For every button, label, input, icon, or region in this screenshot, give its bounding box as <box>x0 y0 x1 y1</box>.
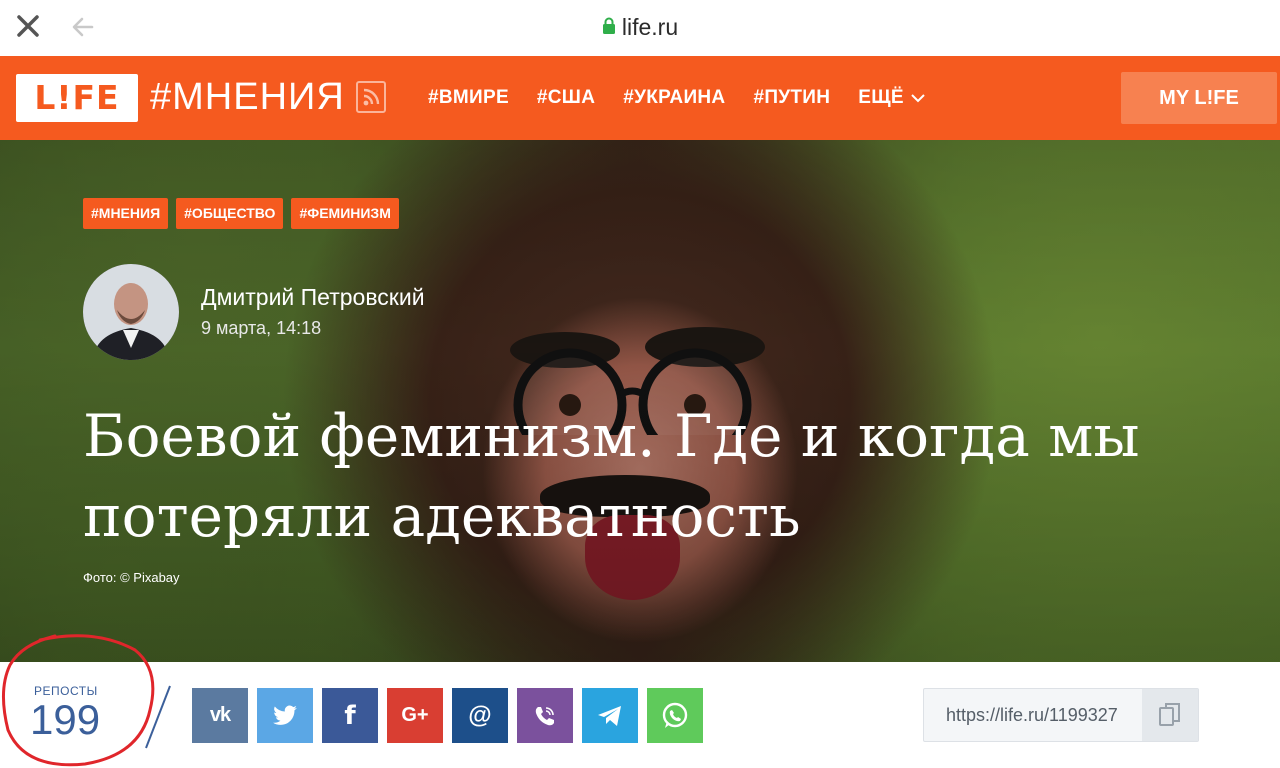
facebook-icon: f <box>344 700 356 731</box>
headline-line-1: Боевой феминизм. Где и когда мы <box>83 402 1140 470</box>
author-avatar[interactable] <box>83 264 179 360</box>
share-viber-button[interactable] <box>517 688 573 743</box>
nav-item-usa[interactable]: #США <box>537 87 595 109</box>
google-plus-icon: G+ <box>401 704 429 726</box>
tag-society[interactable]: #ОБЩЕСТВО <box>176 198 284 229</box>
tag-opinions[interactable]: #МНЕНИЯ <box>83 198 169 229</box>
share-whatsapp-button[interactable] <box>647 688 703 743</box>
copy-icon <box>1159 703 1180 726</box>
twitter-icon <box>273 705 297 725</box>
publish-date: 9 марта, 14:18 <box>201 318 322 338</box>
address-bar[interactable]: life.ru <box>0 12 1280 42</box>
whatsapp-icon <box>662 702 688 728</box>
nav-more-label: ЕЩЁ <box>858 87 904 108</box>
nav-more-dropdown[interactable]: ЕЩЁ <box>858 87 926 109</box>
tag-feminism[interactable]: #ФЕМИНИЗМ <box>291 198 399 229</box>
url-text: life.ru <box>621 14 679 40</box>
share-google-plus-button[interactable]: G+ <box>387 688 443 743</box>
share-telegram-button[interactable] <box>582 688 638 743</box>
viber-icon <box>535 706 554 725</box>
author-name[interactable]: Дмитрий Петровский <box>201 284 425 311</box>
life-logo[interactable]: L!FE <box>16 74 138 122</box>
share-buttons: vk f G+ @ <box>192 688 703 743</box>
browser-toolbar: life.ru <box>0 0 1280 56</box>
share-facebook-button[interactable]: f <box>322 688 378 743</box>
vk-icon: vk <box>209 704 231 726</box>
photo-credit: Фото: © Pixabay <box>83 570 180 585</box>
logo-text: L!FE <box>34 78 120 117</box>
main-nav: #ВМИРЕ #США #УКРАИНА #ПУТИН ЕЩЁ <box>428 56 926 140</box>
section-title[interactable]: #МНЕНИЯ <box>150 73 345 121</box>
short-url-field[interactable]: https://life.ru/1199327 <box>923 688 1199 742</box>
mail-ru-icon: @ <box>468 701 492 729</box>
headline-line-2: потеряли адекватность <box>83 482 801 550</box>
nav-item-world[interactable]: #ВМИРЕ <box>428 87 509 109</box>
article-hero: #МНЕНИЯ #ОБЩЕСТВО #ФЕМИНИЗМ Дмитрий Петр… <box>0 140 1280 662</box>
my-life-button[interactable]: MY L!FE <box>1121 72 1277 124</box>
copy-url-button[interactable] <box>1142 689 1198 741</box>
chevron-down-icon <box>911 94 925 103</box>
article-headline: Боевой феминизм. Где и когда мы потеряли… <box>83 396 1263 556</box>
share-vk-button[interactable]: vk <box>192 688 248 743</box>
divider-slash <box>145 685 171 749</box>
lock-icon <box>602 12 616 42</box>
share-twitter-button[interactable] <box>257 688 313 743</box>
nav-item-putin[interactable]: #ПУТИН <box>753 87 830 109</box>
share-bar: РЕПОСТЫ 199 vk f G+ @ https://life.ru/11… <box>0 662 1280 768</box>
site-header: L!FE #МНЕНИЯ #ВМИРЕ #США #УКРАИНА #ПУТИН… <box>0 56 1280 140</box>
short-url-text: https://life.ru/1199327 <box>946 705 1118 725</box>
reposts-count: 199 <box>30 696 101 743</box>
telegram-icon <box>598 705 621 726</box>
share-mail-ru-button[interactable]: @ <box>452 688 508 743</box>
nav-item-ukraine[interactable]: #УКРАИНА <box>623 87 725 109</box>
rss-icon[interactable] <box>356 81 386 113</box>
article-tags: #МНЕНИЯ #ОБЩЕСТВО #ФЕМИНИЗМ <box>83 198 399 229</box>
